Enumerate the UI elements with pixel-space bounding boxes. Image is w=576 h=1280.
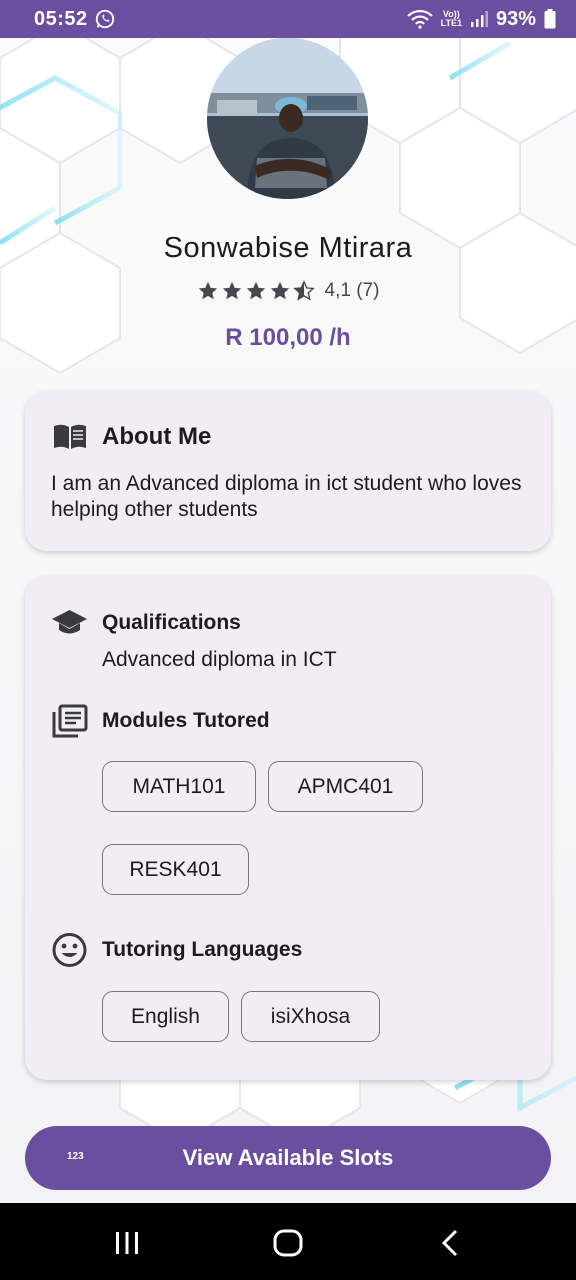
rating-row: 4,1 (7) [0,280,576,302]
status-time: 05:52 [34,7,88,30]
home-button[interactable] [268,1225,308,1261]
star-full-icon [222,281,241,300]
module-chip[interactable]: APMC401 [268,761,423,812]
language-chip[interactable]: isiXhosa [241,991,380,1042]
avatar-photo [207,38,368,199]
star-full-icon [246,281,265,300]
tutor-details-card: Qualifications Advanced diploma in ICT M… [25,576,551,1080]
module-chip[interactable]: RESK401 [102,844,249,895]
hourly-rate: R 100,00 /h [225,324,351,351]
tutor-profile-screen: Sonwabise Mtirara 4,1 (7) R 100,00 /h Ab… [0,38,576,1203]
modules-title: Modules Tutored [102,709,270,732]
library-books-icon [52,704,88,738]
recent-apps-button[interactable] [107,1225,147,1261]
star-full-icon [198,281,217,300]
rating-text: 4,1 (7) [324,280,380,301]
languages-title: Tutoring Languages [102,938,303,961]
qualifications-title: Qualifications [102,611,241,634]
back-chevron-icon [441,1229,458,1257]
status-bar: 05:52 Vo)) LTE1 93% [0,0,576,38]
view-available-slots-label: View Available Slots [182,1145,394,1170]
star-full-icon [270,281,289,300]
smiley-face-icon [52,933,87,967]
tutor-name: Sonwabise Mtirara [163,232,413,264]
graduation-cap-icon [52,610,87,634]
about-me-title: About Me [102,423,212,450]
whatsapp-icon [95,9,114,29]
battery-icon [544,9,556,29]
star-rating [197,280,315,302]
battery-percent: 93% [495,7,536,30]
keyboard-hint: 123 [67,1151,84,1162]
modules-header: Modules Tutored [51,704,270,738]
about-me-text: I am an Advanced diploma in ict student … [51,472,522,521]
wifi-icon [406,9,433,29]
star-half-icon [292,280,315,301]
network-type-label: Vo)) LTE1 [440,9,462,28]
home-icon [273,1229,303,1257]
view-available-slots-button[interactable]: 123 View Available Slots [25,1126,551,1190]
tutor-avatar [207,38,368,199]
languages-header: Tutoring Languages [51,932,302,968]
qualifications-header: Qualifications [51,608,241,638]
system-navigation-bar [0,1203,576,1280]
language-chip[interactable]: English [102,991,229,1042]
module-chip[interactable]: MATH101 [102,761,256,812]
signal-icon [470,11,488,27]
about-me-card: About Me I am an Advanced diploma in ict… [25,391,551,551]
about-me-header: About Me [52,423,211,451]
recent-apps-icon [116,1232,138,1254]
open-book-icon [54,424,86,449]
qualification-value: Advanced diploma in ICT [102,648,337,671]
back-button[interactable] [430,1225,470,1261]
